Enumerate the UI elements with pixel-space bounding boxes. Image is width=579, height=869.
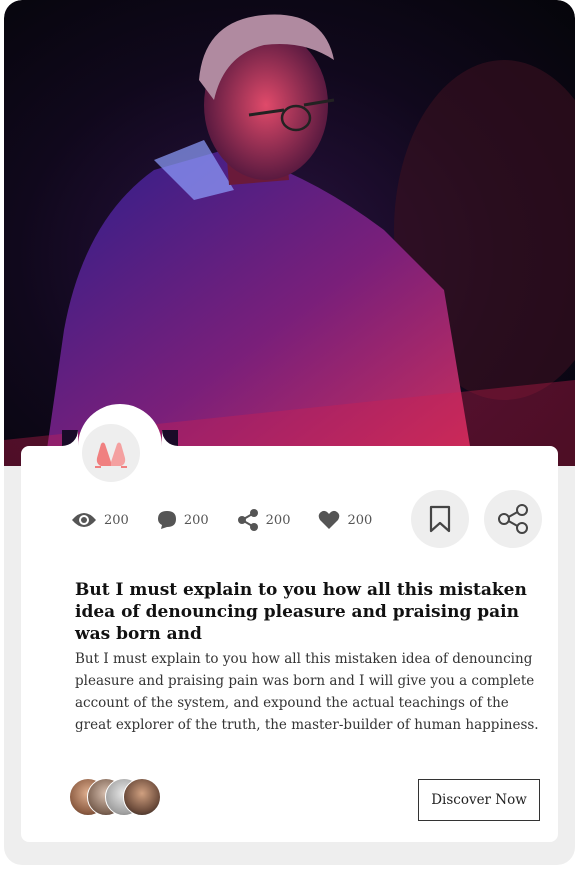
post-title: But I must explain to you how all this m… xyxy=(75,580,527,644)
avatar-stack[interactable] xyxy=(69,778,161,816)
comment-icon xyxy=(157,511,176,529)
heart-icon xyxy=(319,510,340,529)
share-button[interactable] xyxy=(484,490,542,548)
shares-count: 200 xyxy=(265,512,291,528)
discover-now-button[interactable]: Discover Now xyxy=(418,779,540,821)
hero-image xyxy=(4,0,575,466)
bookmark-button[interactable] xyxy=(411,490,469,548)
post-card-container: 200 200 200 200 But I must explain to yo… xyxy=(4,0,575,865)
comments-count: 200 xyxy=(183,512,209,528)
likes-count: 200 xyxy=(347,512,373,528)
share-icon xyxy=(237,509,258,531)
bookmark-icon xyxy=(429,505,451,533)
views-count: 200 xyxy=(104,512,129,528)
shares-stat[interactable]: 200 xyxy=(237,508,291,532)
comments-stat[interactable]: 200 xyxy=(157,510,209,530)
share-outline-icon xyxy=(498,504,528,534)
stats-row: 200 200 200 200 xyxy=(71,506,400,534)
post-body: But I must explain to you how all this m… xyxy=(75,651,539,733)
post-card: 200 200 200 200 But I must explain to yo… xyxy=(21,404,558,842)
prayer-hands-icon[interactable] xyxy=(82,424,140,482)
eye-icon xyxy=(72,513,96,527)
avatar xyxy=(123,778,161,816)
likes-stat[interactable]: 200 xyxy=(318,510,372,530)
views-stat[interactable]: 200 xyxy=(71,512,129,528)
